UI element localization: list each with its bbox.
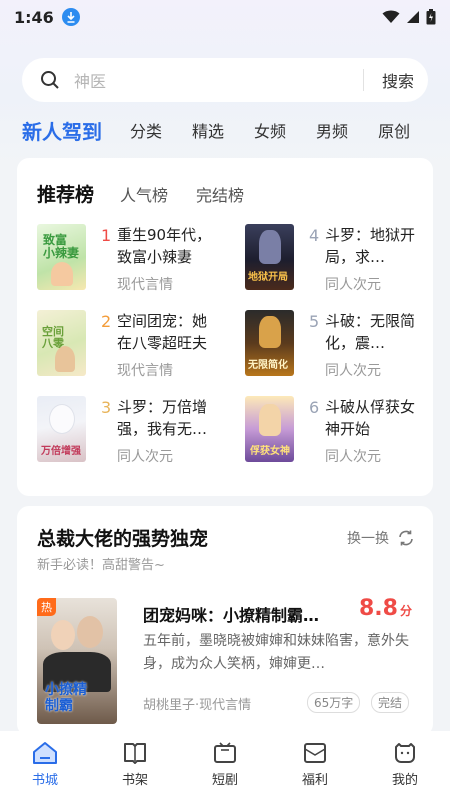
book-genre: 同人次元 (117, 449, 173, 465)
book-score: 8.8 分 (359, 596, 412, 621)
ranking-item[interactable]: 万倍增强 3 斗罗：万倍增强，我有无… 同人次元 (37, 396, 237, 474)
ranking-item[interactable]: 无限简化 5 斗破：无限简化，震… 同人次元 (245, 310, 445, 388)
category-tabs: 新人驾到 分类 精选 女频 男频 原创 (20, 112, 440, 148)
featured-book-cover[interactable]: 小撩精 制霸 热 (37, 598, 117, 724)
book-genre: 现代言情 (117, 277, 173, 293)
profile-icon (395, 743, 415, 763)
book-title: 斗罗：地狱开局，求… (325, 226, 416, 266)
rank-number: 2 (101, 312, 112, 331)
tab-finished[interactable]: 完结榜 (196, 182, 244, 206)
bottom-navigation: 书城 书架 短剧 福利 我的 (0, 731, 450, 797)
tab-featured[interactable]: 精选 (192, 118, 224, 142)
score-value: 8.8 (359, 596, 398, 621)
battery-icon (426, 9, 436, 25)
book-cover: 空间 八零 (37, 310, 86, 376)
video-icon (214, 742, 236, 763)
score-unit: 分 (399, 604, 412, 618)
book-title: 斗破从俘获女神开始 (325, 398, 416, 438)
tab-recommend[interactable]: 推荐榜 (37, 180, 94, 207)
search-divider (362, 69, 364, 91)
book-cover: 地狱开局 (245, 224, 294, 290)
tab-newcomer[interactable]: 新人驾到 (20, 116, 116, 145)
tab-original[interactable]: 原创 (378, 118, 410, 142)
book-title: 空间团宠：她在八零超旺夫 (117, 312, 208, 352)
ranking-item[interactable]: 俘获女神 6 斗破从俘获女神开始 同人次元 (245, 396, 445, 474)
nav-label: 福利 (301, 773, 328, 788)
ranking-card: 推荐榜 人气榜 完结榜 致富 小辣妻 1 重生90年代，致富小辣妻 现代言情 空间… (17, 158, 433, 496)
nav-label: 我的 (391, 773, 418, 788)
book-title: 斗破：无限简化，震… (325, 312, 416, 352)
search-bar[interactable]: 神医 搜索 (22, 58, 428, 102)
refresh-button[interactable]: 换一换 (347, 528, 415, 548)
section-title: 总裁大佬的强势独宠 (37, 528, 209, 550)
book-cover: 俘获女神 (245, 396, 294, 462)
rank-number: 6 (309, 398, 320, 417)
book-genre: 现代言情 (117, 363, 173, 379)
nav-shortdrama[interactable]: 短剧 (180, 731, 270, 797)
signal-icon (407, 11, 419, 23)
nav-welfare[interactable]: 福利 (270, 731, 360, 797)
featured-book-description: 五年前，墨晓晓被婶婶和妹妹陷害，意外失身，成为众人笑柄，婶婶更… (143, 633, 409, 672)
word-count-tag: 65万字 (307, 692, 361, 713)
section-subtitle: 新手必读！高甜警告~ (37, 558, 165, 573)
featured-book-meta: 胡桃里子·现代言情 (143, 698, 252, 713)
tab-male[interactable]: 男频 (316, 118, 348, 142)
tab-category[interactable]: 分类 (130, 118, 162, 142)
rank-number: 5 (309, 312, 320, 331)
book-genre: 同人次元 (325, 277, 381, 293)
book-title: 斗罗：万倍增强，我有无… (117, 398, 208, 438)
search-button[interactable]: 搜索 (382, 68, 414, 92)
refresh-icon (399, 530, 413, 546)
book-cover: 无限简化 (245, 310, 294, 376)
featured-book-title[interactable]: 团宠妈咪：小撩精制霸… (143, 602, 353, 626)
refresh-label: 换一换 (347, 531, 389, 547)
book-genre: 同人次元 (325, 449, 381, 465)
ranking-item[interactable]: 致富 小辣妻 1 重生90年代，致富小辣妻 现代言情 (37, 224, 237, 302)
tab-popular[interactable]: 人气榜 (120, 182, 168, 206)
status-tag: 完结 (371, 692, 410, 713)
rank-number: 1 (101, 226, 112, 245)
search-icon (41, 71, 59, 89)
nav-label: 书城 (31, 773, 58, 788)
book-cover: 致富 小辣妻 (37, 224, 86, 290)
hot-badge: 热 (37, 598, 56, 616)
nav-label: 书架 (121, 773, 148, 788)
nav-bookshelf[interactable]: 书架 (90, 731, 180, 797)
rank-number: 4 (309, 226, 320, 245)
status-bar: 1:46 (0, 0, 450, 34)
gift-icon (304, 743, 326, 763)
book-cover: 万倍增强 (37, 396, 86, 462)
download-icon (61, 8, 80, 26)
ranking-item[interactable]: 空间 八零 2 空间团宠：她在八零超旺夫 现代言情 (37, 310, 237, 388)
tab-female[interactable]: 女频 (254, 118, 286, 142)
search-input[interactable]: 神医 (74, 68, 363, 92)
status-time: 1:46 (14, 7, 54, 27)
rank-number: 3 (101, 398, 112, 417)
ranking-tabs: 推荐榜 人气榜 完结榜 (37, 180, 272, 207)
wifi-icon (382, 10, 400, 23)
nav-bookstore[interactable]: 书城 (0, 731, 90, 797)
section-card: 总裁大佬的强势独宠 新手必读！高甜警告~ 换一换 小撩精 制霸 热 团宠妈咪：小撩… (17, 506, 433, 736)
book-genre: 同人次元 (325, 363, 381, 379)
ranking-item[interactable]: 地狱开局 4 斗罗：地狱开局，求… 同人次元 (245, 224, 445, 302)
book-title: 重生90年代，致富小辣妻 (117, 226, 212, 266)
nav-profile[interactable]: 我的 (360, 731, 450, 797)
nav-label: 短剧 (211, 773, 238, 788)
bookshelf-icon (124, 743, 146, 764)
bookstore-icon (33, 742, 57, 764)
